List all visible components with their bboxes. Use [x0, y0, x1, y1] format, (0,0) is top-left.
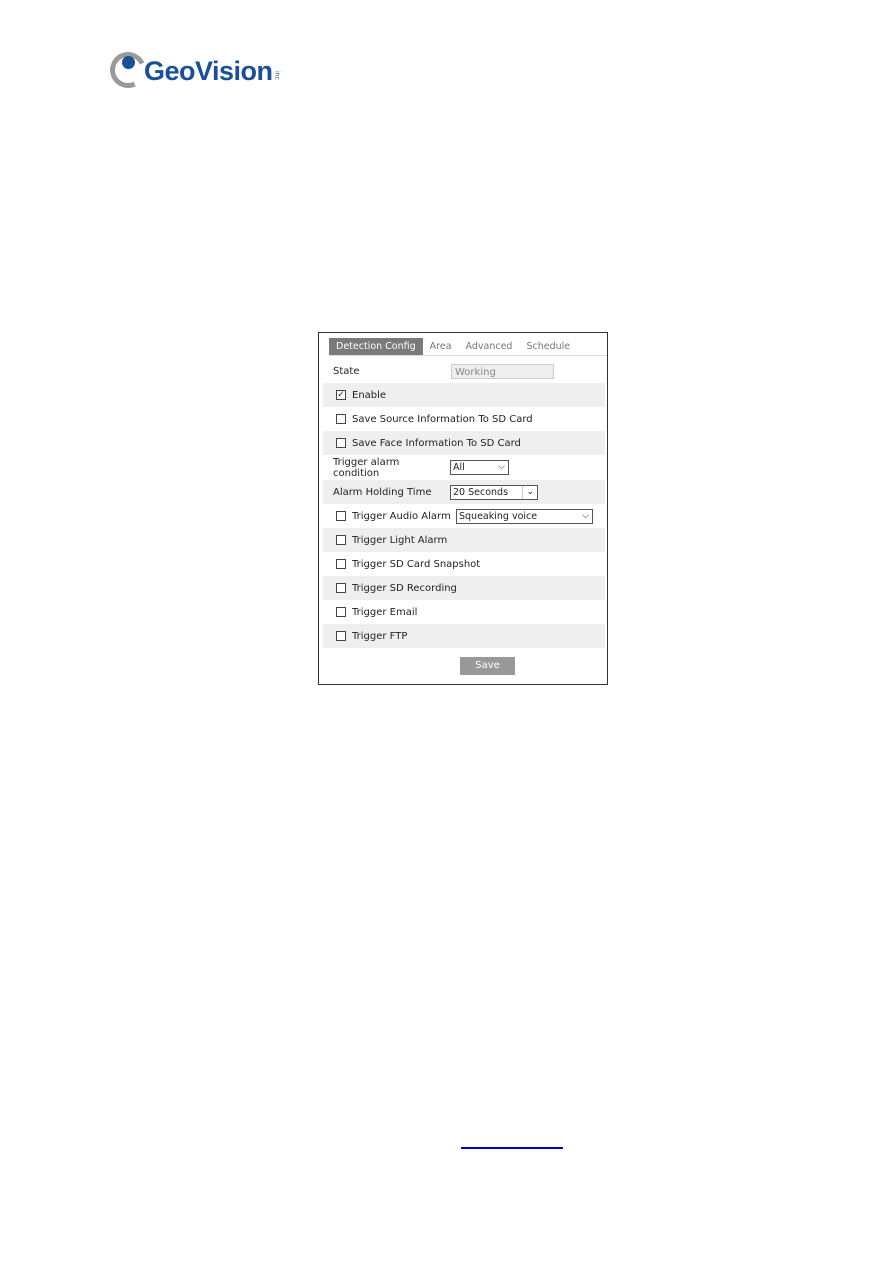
sd-recording-label: Trigger SD Recording — [352, 582, 457, 594]
save-source-checkbox[interactable] — [336, 414, 346, 424]
ftp-checkbox[interactable] — [336, 631, 346, 641]
tab-bar: Detection Config Area Advanced Schedule — [329, 338, 607, 356]
save-button[interactable]: Save — [460, 657, 515, 675]
logo-mark-icon — [104, 46, 152, 94]
holding-time-value: 20 Seconds — [453, 486, 509, 498]
light-alarm-label: Trigger Light Alarm — [352, 534, 448, 546]
save-face-checkbox[interactable] — [336, 438, 346, 448]
chevron-down-icon: ⌵ — [498, 462, 505, 472]
trigger-condition-value: All — [453, 462, 465, 473]
trigger-condition-label: Trigger alarm condition — [333, 456, 400, 479]
geovision-logo: GeoVision inc — [104, 46, 281, 94]
trigger-condition-row: Trigger alarm condition All ⌵ — [323, 455, 605, 480]
chevron-down-icon: ⌄ — [522, 485, 534, 499]
hyperlink-underline[interactable] — [461, 1147, 563, 1149]
detection-config-panel: Detection Config Area Advanced Schedule … — [318, 332, 608, 685]
trigger-condition-select[interactable]: All ⌵ — [450, 460, 509, 475]
sd-snapshot-label: Trigger SD Card Snapshot — [352, 558, 481, 570]
chevron-down-icon: ⌵ — [582, 510, 589, 521]
sd-recording-checkbox[interactable] — [336, 583, 346, 593]
ftp-row: Trigger FTP — [323, 624, 605, 648]
sd-recording-row: Trigger SD Recording — [323, 576, 605, 600]
email-row: Trigger Email — [323, 600, 605, 624]
holding-time-row: Alarm Holding Time 20 Seconds ⌄ — [323, 480, 605, 504]
audio-alarm-label: Trigger Audio Alarm — [352, 510, 451, 522]
logo-suffix: inc — [273, 70, 281, 80]
audio-alarm-row: Trigger Audio Alarm Squeaking voice ⌵ — [323, 504, 605, 528]
tab-detection-config[interactable]: Detection Config — [329, 338, 423, 355]
email-label: Trigger Email — [352, 606, 418, 618]
ftp-label: Trigger FTP — [352, 630, 408, 642]
tab-area[interactable]: Area — [423, 338, 459, 355]
save-source-label: Save Source Information To SD Card — [352, 413, 533, 425]
email-checkbox[interactable] — [336, 607, 346, 617]
enable-label: Enable — [352, 389, 387, 401]
enable-checkbox[interactable]: ✓ — [336, 390, 346, 400]
sd-snapshot-row: Trigger SD Card Snapshot — [323, 552, 605, 576]
audio-alarm-checkbox[interactable] — [336, 511, 346, 521]
logo-text: GeoVision — [144, 55, 273, 86]
save-face-row: Save Face Information To SD Card — [323, 431, 605, 455]
state-field: Working — [451, 363, 554, 379]
tab-schedule[interactable]: Schedule — [519, 338, 577, 355]
state-row: State Working — [323, 359, 605, 383]
save-source-row: Save Source Information To SD Card — [323, 407, 605, 431]
light-alarm-row: Trigger Light Alarm — [323, 528, 605, 552]
enable-row: ✓ Enable — [323, 383, 605, 407]
save-face-label: Save Face Information To SD Card — [352, 437, 521, 449]
sd-snapshot-checkbox[interactable] — [336, 559, 346, 569]
light-alarm-checkbox[interactable] — [336, 535, 346, 545]
state-label: State — [333, 365, 360, 377]
audio-alarm-select[interactable]: Squeaking voice ⌵ — [456, 508, 593, 524]
holding-time-label: Alarm Holding Time — [333, 486, 432, 498]
tab-advanced[interactable]: Advanced — [459, 338, 520, 355]
audio-alarm-value: Squeaking voice — [459, 510, 538, 522]
holding-time-select[interactable]: 20 Seconds ⌄ — [450, 484, 538, 500]
